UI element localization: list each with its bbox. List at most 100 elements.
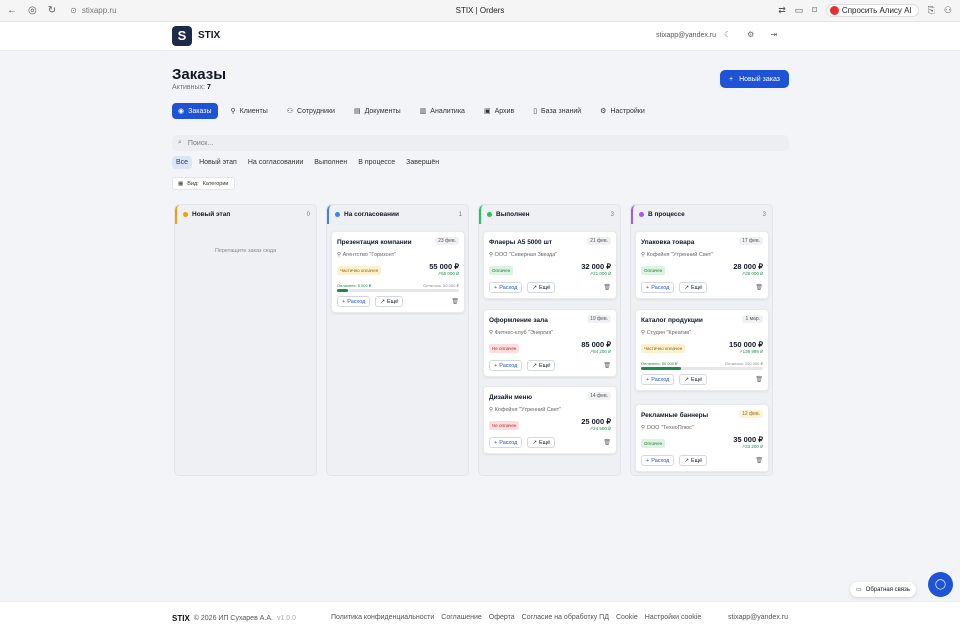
drop-hint: Перетащите заказ сюда [214,248,277,254]
payment-status-badge: Не оплачен [489,344,520,353]
filter-new[interactable]: Новый этап [195,156,241,169]
tab-analytics[interactable]: ▥ Аналитика [414,103,471,119]
more-button[interactable]: ↗ Ещё [527,360,556,371]
footer-link-agreement[interactable]: Соглашение [441,614,482,621]
theme-icon[interactable]: ☾ [724,30,731,39]
profile-icon[interactable]: ⚇ [944,5,952,16]
footer-link-cookie-settings[interactable]: Настройки cookie [645,614,702,621]
tab-label: Аналитика [430,107,465,115]
bookmark-icon[interactable]: ⌑ [812,5,817,16]
status-filters: Все Новый этап На согласовании Выполнен … [172,156,443,169]
footer-link-cookie[interactable]: Cookie [616,614,638,621]
footer-link-privacy[interactable]: Политика конфиденциальности [331,614,434,621]
expense-label: Расход [651,376,670,383]
client-name: Фитнес-клуб "Энергия" [494,330,554,336]
archive-icon[interactable]: 🗑 [755,284,763,291]
search-input[interactable]: ⌕ Поиск... [172,135,789,151]
add-expense-button[interactable]: + Расход [641,455,675,466]
add-expense-button[interactable]: + Расход [489,360,523,371]
logo[interactable]: S [172,26,192,46]
view-toggle[interactable]: ▦ Вид: Категории [172,177,235,190]
more-button[interactable]: ↗ Ещё [527,282,556,293]
order-card[interactable]: Флаеры А5 5000 шт 21 фев. ⚲ ООО "Северная … [483,231,617,299]
order-profit: ↗28 000 ₽ [741,271,763,277]
filter-completed[interactable]: Завершён [402,156,443,169]
footer-link-offer[interactable]: Оферта [489,614,515,621]
back-icon[interactable]: ← [7,5,17,16]
url-text[interactable]: stixapp.ru [82,6,117,15]
chat-icon: ◯ [934,579,947,590]
lock-icon: ⊙ [70,6,77,15]
archive-icon[interactable]: 🗑 [603,362,611,369]
paid-amount: Оплачено: 50 000 ₽ [641,361,678,366]
page-title: Заказы [172,66,227,83]
add-expense-button[interactable]: + Расход [337,296,371,307]
profit-value: 84 200 ₽ [593,349,611,354]
archive-icon[interactable]: 🗑 [755,457,763,464]
tab-knowledge[interactable]: ▯ База знаний [527,103,587,119]
filter-all[interactable]: Все [172,156,193,169]
search-placeholder: Поиск... [187,139,214,147]
archive-icon[interactable]: 🗑 [451,298,459,305]
remaining-amount: Осталось: 100 000 ₽ [724,361,763,366]
feedback-button[interactable]: ▭ Обратная связь [850,582,916,597]
tab-label: Документы [364,107,401,115]
more-button[interactable]: ↗ Ещё [375,296,404,307]
order-card[interactable]: Каталог продукции 1 мар. ⚲ Студия "Креатив… [635,309,769,391]
archive-icon[interactable]: 🗑 [755,376,763,383]
order-card[interactable]: Оформление зала 19 фев. ⚲ Фитнес-клуб "Эне… [483,309,617,377]
logout-icon[interactable]: ⇥ [770,30,777,39]
order-date: 17 фев. [739,237,763,245]
add-expense-button[interactable]: + Расход [489,437,523,448]
order-card[interactable]: Рекламные баннеры 12 фев. ⚲ ООО "ТехноПлюс… [635,404,769,472]
downloads-icon[interactable]: ⎘ [928,5,935,16]
tab-documents[interactable]: ▤ Документы [348,103,407,119]
chat-button[interactable]: ◯ [928,572,953,597]
footer-email[interactable]: stixapp@yandex.ru [728,614,788,621]
translate-icon[interactable]: ⇄ [778,5,786,16]
add-expense-button[interactable]: + Расход [641,374,675,385]
profit-value: 139 999 ₽ [742,349,763,354]
more-button[interactable]: ↗ Ещё [527,437,556,448]
brand-name: STIX [198,30,221,41]
order-card[interactable]: Упаковка товара 17 фев. ⚲ Кофейня "Утренни… [635,231,769,299]
order-client: ⚲ Студия "Креатив" [641,330,691,336]
tab-orders[interactable]: ◉ Заказы [172,103,218,119]
column-count: 0 [306,211,310,218]
order-card[interactable]: Дизайн меню 14 фев. ⚲ Кофейня "Утренний Св… [483,386,617,454]
archive-icon[interactable]: 🗑 [603,284,611,291]
more-button[interactable]: ↗ Ещё [679,282,708,293]
payment-status-badge: Не оплачен [489,421,520,430]
add-expense-button[interactable]: + Расход [641,282,675,293]
filter-review[interactable]: На согласовании [244,156,307,169]
tab-label: Заказы [188,107,212,115]
order-profit: ↗33 200 ₽ [741,444,763,450]
filter-done[interactable]: Выполнен [310,156,351,169]
footer-link-consent[interactable]: Согласие на обработку ПД [522,614,609,621]
settings-icon[interactable]: ⚙ [747,30,754,39]
tab-staff[interactable]: ⚇ Сотрудники [281,103,341,119]
footer-version: v1.0.0 [276,615,297,622]
more-label: Ещё [690,457,703,464]
tab-archive[interactable]: ▣ Архив [478,103,520,119]
users-icon: ⚇ [286,108,294,115]
tab-settings[interactable]: ⚙ Настройки [594,103,651,119]
more-button[interactable]: ↗ Ещё [679,455,708,466]
order-date: 14 фев. [587,392,611,400]
add-expense-button[interactable]: + Расход [489,282,523,293]
book-icon: ▯ [533,108,538,115]
archive-icon[interactable]: 🗑 [603,439,611,446]
new-order-button[interactable]: + Новый заказ [720,70,789,88]
order-card[interactable]: Презентация компании 23 фев. ⚲ Агентство "… [331,231,465,313]
order-amount: 25 000 ₽ [581,417,611,426]
filter-progress[interactable]: В процессе [354,156,399,169]
client-name: Агентство "Горизонт" [342,252,397,258]
order-client: ⚲ ООО "ТехноПлюс" [641,425,694,431]
alice-button[interactable]: Спросить Алису AI [825,4,919,17]
column-1: На согласовании 1 Презентация компании 23 ф… [326,204,469,476]
reader-icon[interactable]: ▭ [795,5,804,16]
shield-icon[interactable]: ◎ [28,5,37,16]
more-button[interactable]: ↗ Ещё [679,374,708,385]
tab-clients[interactable]: ⚲ Клиенты [225,103,274,119]
reload-icon[interactable]: ↻ [48,5,56,16]
